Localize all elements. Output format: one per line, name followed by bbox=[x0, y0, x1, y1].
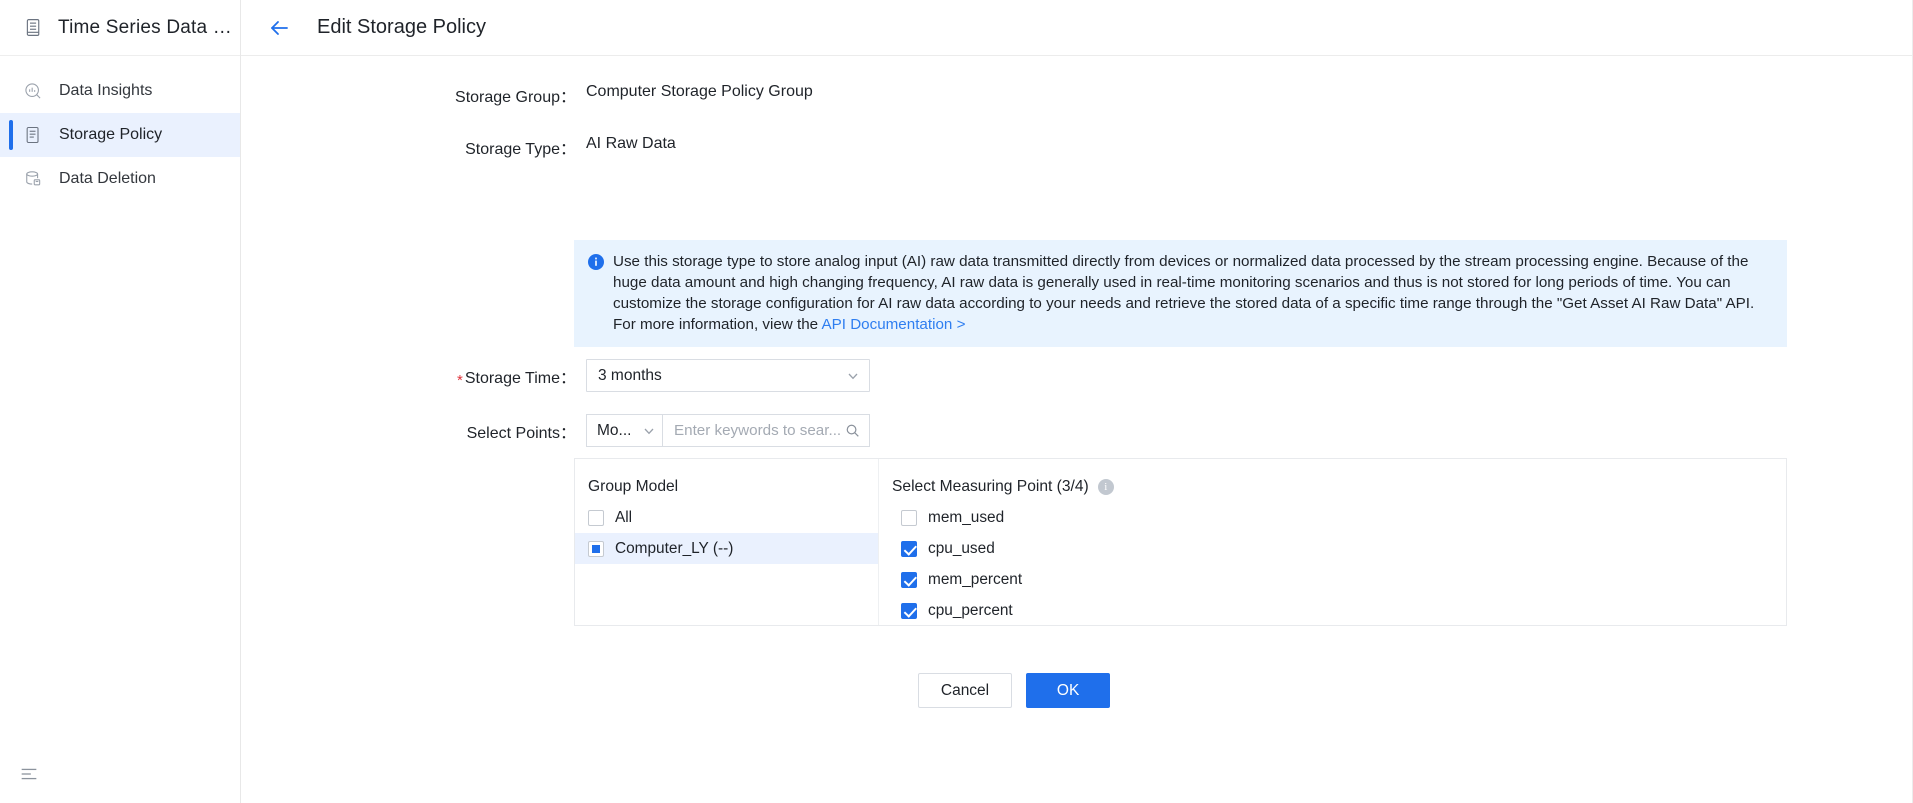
checkbox-all[interactable] bbox=[588, 509, 604, 526]
info-body-text: Use this storage type to store analog in… bbox=[613, 253, 1755, 333]
sidebar-item-storage-policy[interactable]: Storage Policy bbox=[0, 113, 240, 157]
measuring-point-header-text: Select Measuring Point (3/4) bbox=[892, 478, 1089, 495]
checkbox-mem-used[interactable] bbox=[901, 509, 917, 526]
storage-type-label: Storage Type： bbox=[465, 141, 576, 158]
measuring-point-option-label: cpu_percent bbox=[928, 601, 1013, 619]
measuring-point-option-cpu-used[interactable]: cpu_used bbox=[879, 533, 1786, 564]
search-input[interactable]: Enter keywords to sear... bbox=[674, 422, 841, 439]
group-model-column: Group Model All Computer_LY (--) bbox=[575, 459, 879, 625]
form-content: Storage Group： Computer Storage Policy G… bbox=[241, 83, 1913, 708]
back-arrow-icon[interactable] bbox=[267, 16, 291, 40]
measuring-point-option-mem-percent[interactable]: mem_percent bbox=[879, 564, 1786, 595]
measuring-point-option-label: mem_percent bbox=[928, 570, 1023, 588]
sidebar: Time Series Data … Data Insights Storage… bbox=[0, 0, 241, 803]
select-points-row: Select Points： Mo... Enter keywords to s… bbox=[241, 414, 870, 447]
select-points-controls: Mo... Enter keywords to sear... bbox=[586, 414, 870, 447]
storage-group-value: Computer Storage Policy Group bbox=[586, 83, 813, 100]
select-points-search-field[interactable]: Enter keywords to sear... bbox=[662, 414, 870, 447]
group-model-option-all[interactable]: All bbox=[575, 502, 878, 533]
storage-group-label: Storage Group： bbox=[455, 89, 576, 106]
checkbox-cpu-percent[interactable] bbox=[901, 602, 917, 619]
main-area: Edit Storage Policy Storage Group： Compu… bbox=[241, 0, 1913, 803]
group-model-option-label: Computer_LY (--) bbox=[615, 539, 734, 557]
data-insights-icon bbox=[22, 80, 44, 102]
sidebar-item-label: Data Insights bbox=[59, 82, 153, 99]
storage-time-selected-value: 3 months bbox=[598, 366, 662, 384]
app-root: Time Series Data … Data Insights Storage… bbox=[0, 0, 1913, 803]
api-documentation-link[interactable]: API Documentation > bbox=[822, 316, 966, 333]
sidebar-nav: Data Insights Storage Policy Data Deleti… bbox=[0, 56, 240, 201]
measuring-point-panel: Group Model All Computer_LY (--) Select … bbox=[574, 458, 1787, 626]
measuring-point-header: Select Measuring Point (3/4) i bbox=[879, 472, 1786, 502]
select-points-mode-value: Mo... bbox=[597, 421, 632, 439]
checkbox-cpu-used[interactable] bbox=[901, 540, 917, 557]
group-model-header: Group Model bbox=[588, 478, 679, 495]
chevron-down-icon bbox=[847, 370, 859, 382]
storage-time-label-text: Storage Time： bbox=[464, 369, 576, 387]
measuring-point-option-label: cpu_used bbox=[928, 539, 995, 557]
storage-time-label: * Storage Time： bbox=[241, 364, 586, 389]
sidebar-brand: Time Series Data … bbox=[0, 0, 240, 56]
measuring-point-option-label: mem_used bbox=[928, 508, 1005, 526]
page-topbar: Edit Storage Policy bbox=[241, 0, 1913, 56]
storage-type-info-text: Use this storage type to store analog in… bbox=[613, 251, 1773, 335]
data-deletion-icon bbox=[22, 168, 44, 190]
ok-button[interactable]: OK bbox=[1026, 673, 1111, 708]
storage-time-select[interactable]: 3 months bbox=[586, 359, 870, 392]
measuring-point-column: Select Measuring Point (3/4) i mem_used … bbox=[879, 459, 1786, 625]
storage-type-value: AI Raw Data bbox=[586, 135, 676, 152]
sidebar-item-data-insights[interactable]: Data Insights bbox=[0, 69, 240, 113]
group-model-option-computer-ly[interactable]: Computer_LY (--) bbox=[575, 533, 878, 564]
sidebar-item-label: Data Deletion bbox=[59, 170, 156, 187]
required-asterisk: * bbox=[456, 371, 463, 389]
checkbox-mem-percent[interactable] bbox=[901, 571, 917, 588]
group-model-option-label: All bbox=[615, 508, 633, 526]
info-circle-icon bbox=[588, 254, 604, 270]
collapse-menu-icon[interactable] bbox=[18, 763, 40, 785]
info-help-icon[interactable]: i bbox=[1097, 479, 1114, 495]
search-icon[interactable] bbox=[845, 423, 860, 438]
cancel-button[interactable]: Cancel bbox=[917, 673, 1013, 708]
database-server-icon bbox=[22, 17, 44, 39]
storage-type-row: Storage Type： AI Raw Data bbox=[241, 135, 1913, 159]
sidebar-item-data-deletion[interactable]: Data Deletion bbox=[0, 157, 240, 201]
form-footer: Cancel OK bbox=[241, 673, 1787, 708]
storage-time-row: * Storage Time： 3 months bbox=[241, 359, 870, 392]
checkbox-computer-ly[interactable] bbox=[588, 540, 604, 557]
chevron-down-icon bbox=[643, 425, 655, 437]
storage-type-info-banner: Use this storage type to store analog in… bbox=[574, 240, 1787, 347]
select-points-label: Select Points： bbox=[466, 424, 576, 442]
sidebar-brand-title: Time Series Data … bbox=[58, 16, 232, 38]
select-points-mode-select[interactable]: Mo... bbox=[586, 414, 662, 447]
measuring-point-option-cpu-percent[interactable]: cpu_percent bbox=[879, 595, 1786, 626]
sidebar-item-label: Storage Policy bbox=[59, 126, 163, 143]
page-title: Edit Storage Policy bbox=[317, 16, 486, 38]
measuring-point-option-mem-used[interactable]: mem_used bbox=[879, 502, 1786, 533]
storage-policy-icon bbox=[22, 124, 44, 146]
storage-group-row: Storage Group： Computer Storage Policy G… bbox=[241, 83, 1913, 107]
